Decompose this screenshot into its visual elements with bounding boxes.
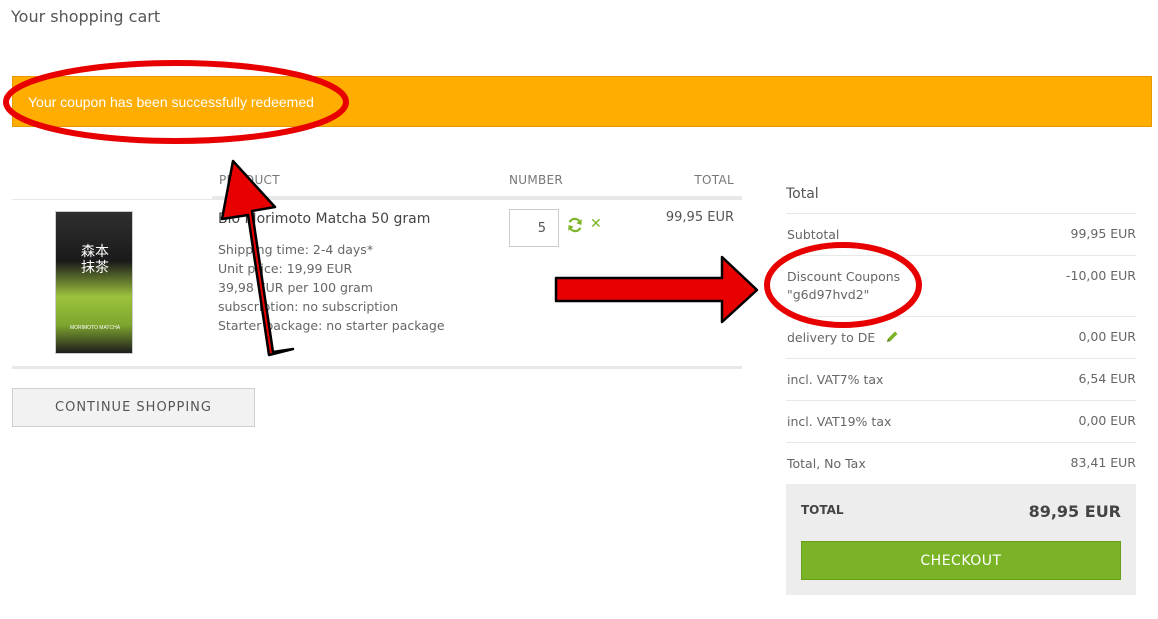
refresh-icon[interactable] <box>567 217 583 233</box>
product-image-kanji: 森本抹茶 <box>81 244 109 276</box>
summary-row-vat7: incl. VAT7% tax 6,54 EUR <box>786 358 1136 400</box>
summary-value: 0,00 EUR <box>1078 329 1136 344</box>
line-total: 99,95 EUR <box>665 210 734 225</box>
summary-value: 83,41 EUR <box>1070 455 1137 470</box>
summary-label: incl. VAT19% tax <box>787 414 892 429</box>
summary-value: 99,95 EUR <box>1070 226 1137 241</box>
shipping-time: Shipping time: 2-4 days* <box>218 242 374 257</box>
starter-package-info: Starter package: no starter package <box>218 318 445 333</box>
table-bottom-divider <box>12 366 742 369</box>
delivery-label: delivery to DE <box>787 330 876 345</box>
summary-label: incl. VAT7% tax <box>787 372 884 387</box>
summary-label: delivery to DE <box>787 329 899 347</box>
pencil-icon[interactable] <box>885 330 899 344</box>
coupon-success-message: Your coupon has been successfully redeem… <box>28 94 314 110</box>
summary-label: Subtotal <box>787 227 840 242</box>
header-total: TOTAL <box>694 173 734 187</box>
header-number: NUMBER <box>509 173 564 187</box>
header-product: PRODUCT <box>219 173 280 187</box>
product-image[interactable]: 森本抹茶 MORIMOTO MATCHA <box>55 211 133 354</box>
summary-row-subtotal: Subtotal 99,95 EUR <box>786 213 1136 255</box>
continue-shopping-button[interactable]: CONTINUE SHOPPING <box>12 388 255 427</box>
arrow-right-icon <box>554 255 759 324</box>
coupon-code: "g6d97hvd2" <box>787 287 870 302</box>
grand-total-value: 89,95 EUR <box>1028 502 1121 521</box>
product-image-brand: MORIMOTO MATCHA <box>69 325 121 331</box>
discount-label: Discount Coupons <box>787 269 901 284</box>
summary-row-delivery: delivery to DE 0,00 EUR <box>786 316 1136 358</box>
close-icon[interactable]: ✕ <box>590 216 602 232</box>
grand-total-box: TOTAL 89,95 EUR CHECKOUT <box>786 484 1136 595</box>
grand-total-label: TOTAL <box>801 503 844 517</box>
page-title: Your shopping cart <box>11 7 161 26</box>
summary-label: Total, No Tax <box>787 456 866 471</box>
product-name-link[interactable]: Bio Morimoto Matcha 50 gram <box>218 211 430 227</box>
summary-row-vat19: incl. VAT19% tax 0,00 EUR <box>786 400 1136 442</box>
summary-row-total-no-tax: Total, No Tax 83,41 EUR <box>786 442 1136 484</box>
subscription-info: subscription: no subscription <box>218 299 399 314</box>
coupon-success-banner: Your coupon has been successfully redeem… <box>12 76 1152 127</box>
base-price: 39,98 EUR per 100 gram <box>218 280 373 295</box>
row-divider <box>12 199 742 200</box>
checkout-button[interactable]: CHECKOUT <box>801 541 1121 580</box>
summary-row-discount: Discount Coupons "g6d97hvd2" -10,00 EUR <box>786 255 1136 316</box>
summary-value: -10,00 EUR <box>1065 268 1136 283</box>
unit-price: Unit price: 19,99 EUR <box>218 261 353 276</box>
summary-label: Discount Coupons "g6d97hvd2" <box>787 268 900 304</box>
summary-value: 6,54 EUR <box>1078 371 1136 386</box>
summary-title: Total <box>786 186 819 202</box>
summary-value: 0,00 EUR <box>1078 413 1136 428</box>
quantity-input[interactable] <box>509 209 559 247</box>
